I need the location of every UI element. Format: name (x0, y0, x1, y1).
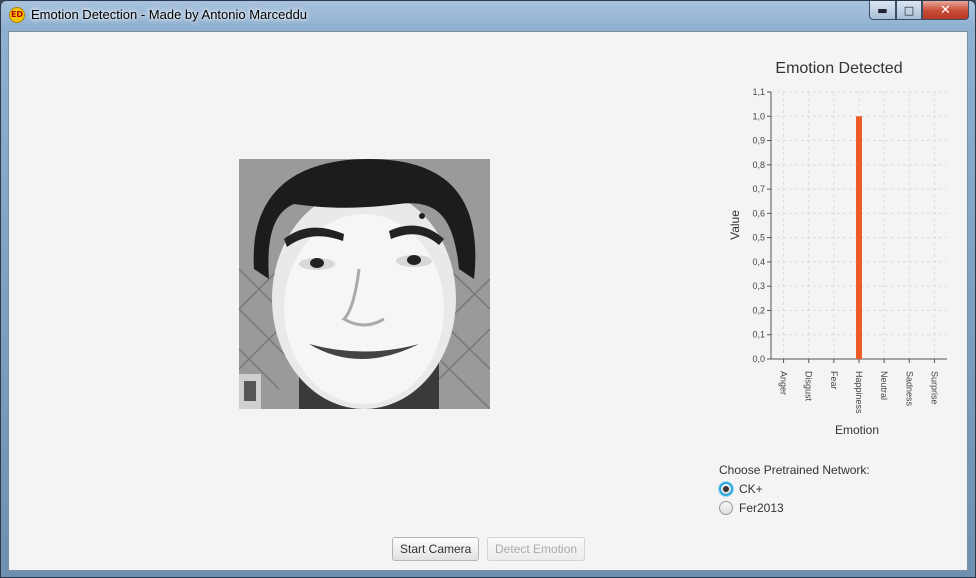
network-choice-label: Choose Pretrained Network: (719, 463, 870, 477)
window-title: Emotion Detection - Made by Antonio Marc… (31, 7, 308, 22)
y-tick-label: 0,5 (752, 233, 765, 243)
app-window: ED Emotion Detection - Made by Antonio M… (0, 0, 976, 578)
camera-face-image (239, 159, 490, 409)
close-button[interactable]: ✕ (922, 1, 969, 20)
y-tick-label: 0,7 (752, 184, 765, 194)
x-tick-label-anger: Anger (779, 371, 789, 395)
radio-button-selected[interactable] (719, 482, 733, 496)
radio-label: Fer2013 (739, 501, 784, 515)
x-tick-label-fear: Fear (829, 371, 839, 390)
minimize-icon: ▬ (877, 3, 888, 17)
y-tick-label: 0,4 (752, 257, 765, 267)
radio-option-fer2013[interactable]: Fer2013 (719, 501, 784, 515)
y-tick-label: 1,0 (752, 111, 765, 121)
emotion-chart: 0,0 0,1 0,2 0,3 0,4 0,5 0,6 0,7 0,8 0,9 1,0 1,1 Ang… (728, 87, 947, 437)
start-camera-button[interactable]: Start Camera (392, 537, 480, 561)
radio-label: CK+ (739, 482, 763, 496)
app-icon: ED (9, 7, 25, 23)
chart-title: Emotion Detected (775, 60, 903, 77)
detect-emotion-button[interactable]: Detect Emotion (487, 537, 586, 561)
client-area: Emotion Detected 0,0 0,1 0,2 0,3 0,4 0,5 0,6 0,… (8, 31, 968, 571)
x-tick-label-neutral: Neutral (879, 371, 889, 400)
y-tick-label: 0,9 (752, 136, 765, 146)
bar-happiness (856, 116, 862, 359)
x-axis-label: Emotion (835, 423, 879, 437)
x-tick-label-sadness: Sadness (904, 371, 914, 407)
y-tick-label: 1,1 (752, 87, 765, 97)
x-tick-label-disgust: Disgust (804, 371, 814, 402)
y-tick-label: 0,6 (752, 208, 765, 218)
window-controls: ▬ □ ✕ (869, 1, 969, 21)
maximize-icon: □ (903, 3, 915, 17)
x-tick-label-happiness: Happiness (854, 371, 864, 414)
radio-button[interactable] (719, 501, 733, 515)
minimize-button[interactable]: ▬ (869, 1, 896, 20)
title-bar[interactable]: ED Emotion Detection - Made by Antonio M… (1, 1, 975, 29)
y-tick-label: 0,3 (752, 281, 765, 291)
y-tick-label: 0,0 (752, 354, 765, 364)
y-axis-label: Value (728, 210, 742, 240)
y-tick-label: 0,8 (752, 160, 765, 170)
y-tick-label: 0,1 (752, 330, 765, 340)
x-tick-label-surprise: Surprise (929, 371, 939, 405)
close-icon: ✕ (940, 2, 951, 18)
y-tick-label: 0,2 (752, 305, 765, 315)
radio-option-ckplus[interactable]: CK+ (719, 482, 763, 496)
maximize-button[interactable]: □ (896, 1, 922, 20)
